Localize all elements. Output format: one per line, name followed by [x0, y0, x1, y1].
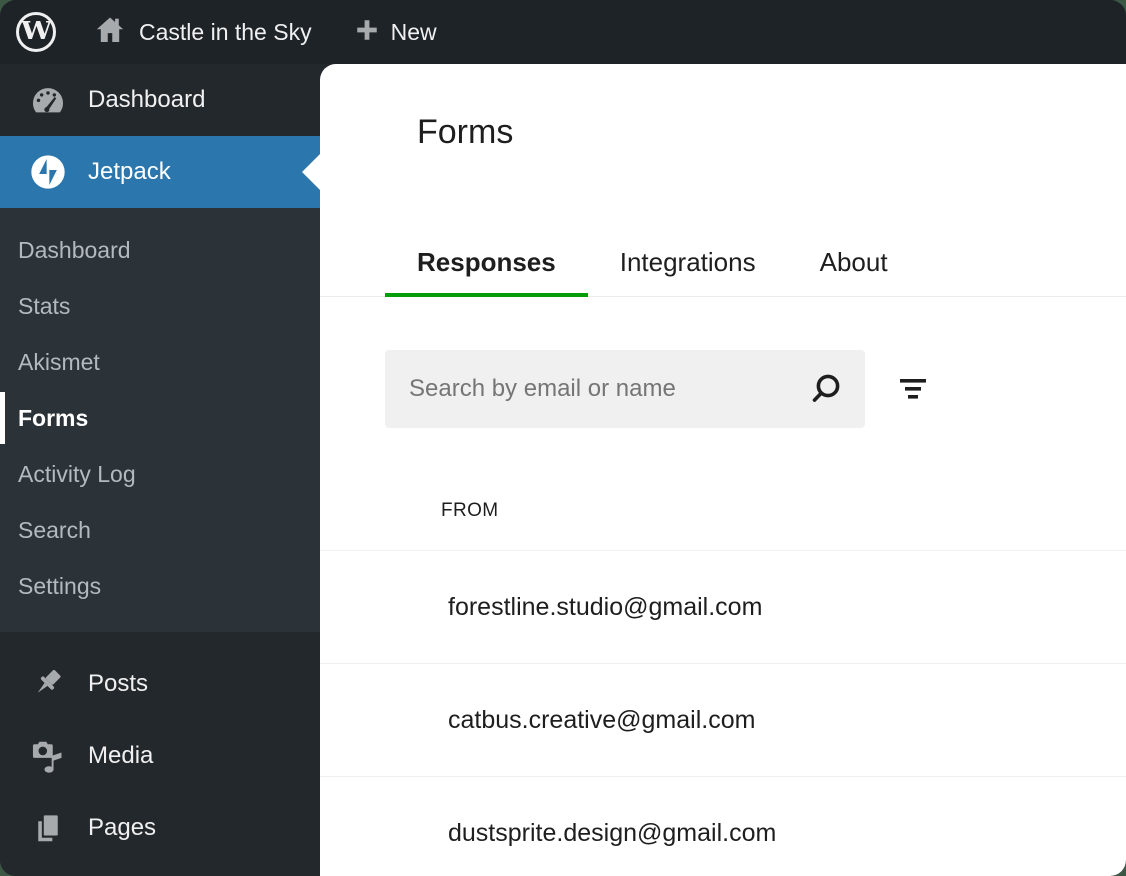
pages-icon: [28, 808, 68, 848]
sidebar-item-label: Media: [88, 742, 153, 770]
menu-separator: [0, 632, 320, 648]
forms-panel: Forms Responses Integrations About: [320, 64, 1126, 876]
submenu-item-search[interactable]: Search: [0, 502, 320, 558]
sidebar-item-pages[interactable]: Pages: [0, 792, 320, 864]
plus-icon: [354, 17, 380, 48]
search-icon[interactable]: [805, 369, 845, 409]
jetpack-icon: [28, 152, 68, 192]
page-title: Forms: [417, 112, 1126, 153]
search-input[interactable]: [409, 375, 805, 403]
response-from-email: forestline.studio@gmail.com: [448, 593, 762, 622]
submenu-item-akismet[interactable]: Akismet: [0, 334, 320, 390]
sidebar-item-posts[interactable]: Posts: [0, 648, 320, 720]
sidebar-item-dashboard[interactable]: Dashboard: [0, 64, 320, 136]
site-home-link[interactable]: Castle in the Sky: [92, 13, 312, 52]
wordpress-logo-icon[interactable]: W: [16, 12, 56, 52]
table-row[interactable]: catbus.creative@gmail.com: [320, 664, 1126, 777]
camera-media-icon: [28, 736, 68, 776]
submenu-item-forms[interactable]: Forms: [0, 390, 320, 446]
submenu-item-activity-log[interactable]: Activity Log: [0, 446, 320, 502]
table-row[interactable]: forestline.studio@gmail.com: [320, 551, 1126, 664]
app-window: W Castle in the Sky New: [0, 0, 1126, 876]
home-icon: [92, 13, 128, 52]
jetpack-submenu: Dashboard Stats Akismet Forms Activity L…: [0, 208, 320, 632]
new-label: New: [391, 19, 437, 46]
search-box: [385, 350, 865, 428]
tab-responses[interactable]: Responses: [385, 245, 588, 296]
dashboard-gauge-icon: [28, 80, 68, 120]
admin-bar: W Castle in the Sky New: [0, 0, 1126, 64]
new-content-button[interactable]: New: [354, 17, 437, 48]
tab-bar: Responses Integrations About: [320, 245, 1126, 297]
sidebar-item-label: Jetpack: [88, 158, 171, 186]
site-name: Castle in the Sky: [139, 19, 312, 46]
response-from-email: dustsprite.design@gmail.com: [448, 819, 776, 848]
submenu-item-stats[interactable]: Stats: [0, 278, 320, 334]
sidebar-item-label: Posts: [88, 670, 148, 698]
sidebar-item-jetpack[interactable]: Jetpack: [0, 136, 320, 208]
admin-sidebar: Dashboard Jetpack Dashboard Stats Akisme…: [0, 64, 320, 876]
sidebar-item-media[interactable]: Media: [0, 720, 320, 792]
tab-integrations[interactable]: Integrations: [588, 245, 788, 296]
sidebar-item-label: Dashboard: [88, 86, 205, 114]
filter-button[interactable]: [889, 365, 937, 413]
table-row[interactable]: dustsprite.design@gmail.com: [320, 777, 1126, 876]
submenu-item-settings[interactable]: Settings: [0, 558, 320, 614]
pushpin-icon: [28, 664, 68, 704]
responses-toolbar: [385, 350, 1126, 428]
response-from-email: catbus.creative@gmail.com: [448, 706, 755, 735]
table-header-from: FROM: [320, 500, 1126, 551]
wordpress-logo-letter: W: [20, 19, 51, 43]
body-wrap: Dashboard Jetpack Dashboard Stats Akisme…: [0, 64, 1126, 876]
tab-about[interactable]: About: [788, 245, 920, 296]
sidebar-item-label: Pages: [88, 814, 156, 842]
submenu-item-dashboard[interactable]: Dashboard: [0, 222, 320, 278]
